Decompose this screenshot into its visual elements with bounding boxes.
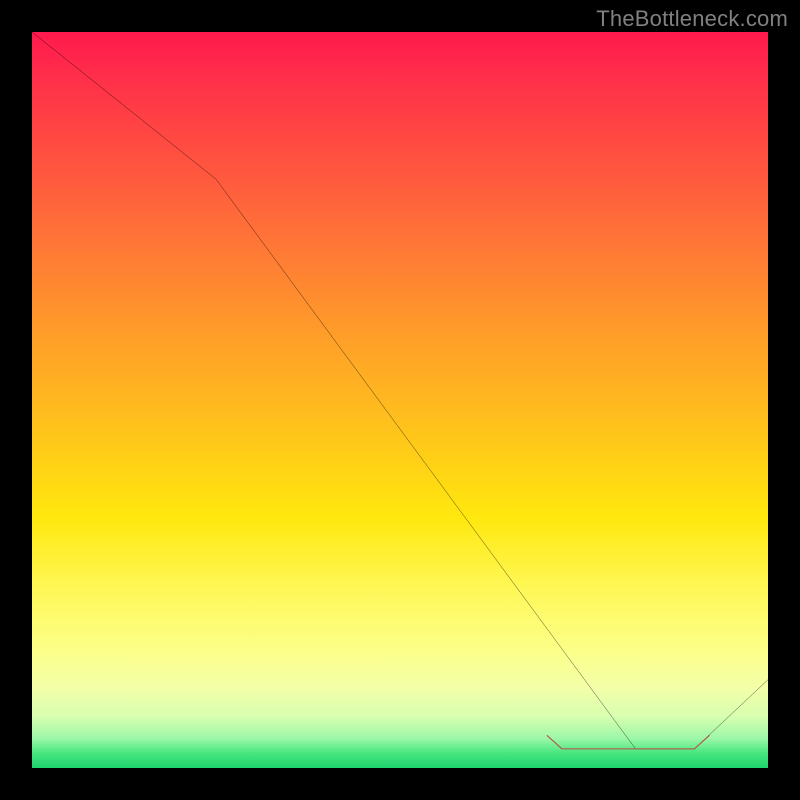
chart-overlay [32,32,768,768]
series-optimal-band [547,736,709,749]
attribution-label: TheBottleneck.com [596,6,788,32]
chart-container: TheBottleneck.com [0,0,800,800]
plot-area [32,32,768,768]
series-curve [32,32,768,749]
